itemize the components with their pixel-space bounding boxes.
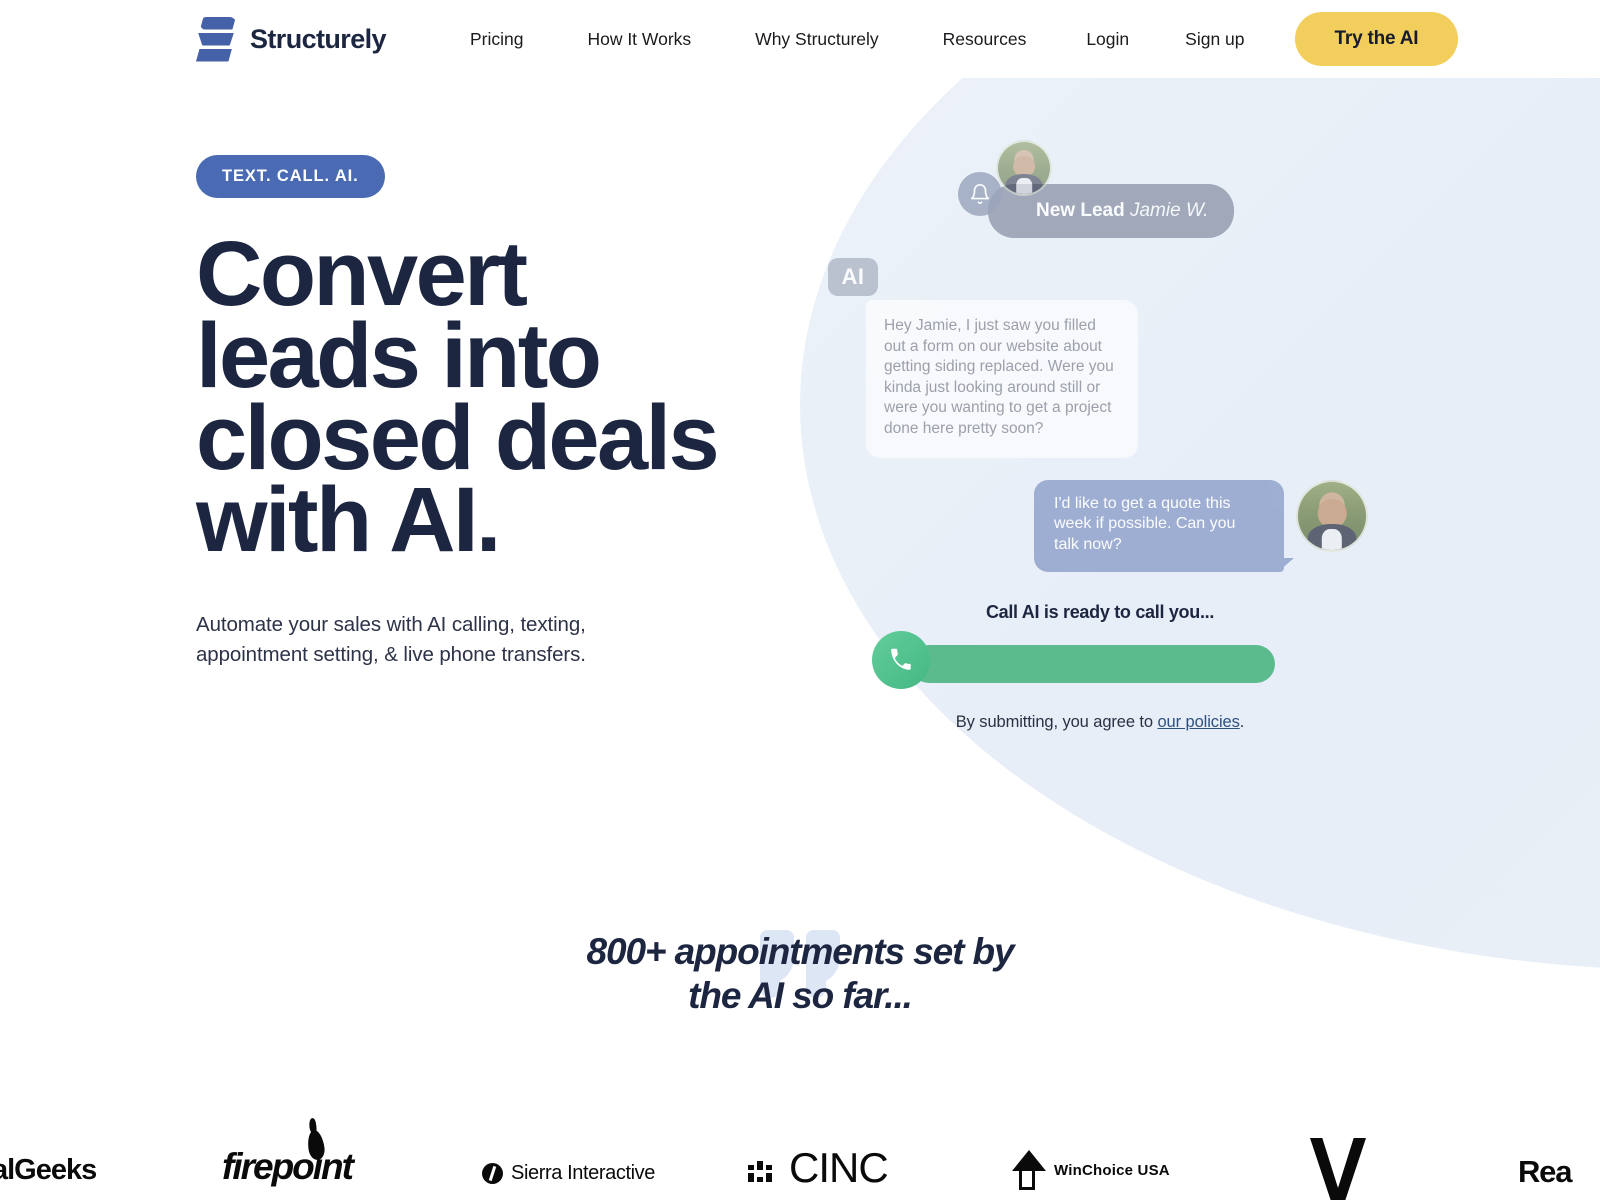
user-message-row: I'd like to get a quote this week if pos… [820,479,1380,573]
nav-links: Pricing How It Works Why Structurely Res… [438,21,1058,58]
page-title: Convert leads into closed deals with AI. [196,223,736,571]
social-proof-text: 800+ appointments set by the AI so far..… [0,930,1600,1017]
hero-title-line-4: with AI. [196,468,501,571]
our-policies-link[interactable]: our policies [1157,713,1239,731]
user-message-bubble: I'd like to get a quote this week if pos… [1034,479,1294,573]
try-the-ai-button[interactable]: Try the AI [1294,12,1459,66]
hero-subtitle: Automate your sales with AI calling, tex… [196,612,586,667]
hero-title-line-2: leads into [196,304,602,407]
v-mark-icon [1310,1138,1366,1200]
partner-logos-strip: alGeeks firepoint Sierra Interactive CIN… [0,1129,1600,1200]
chat-mockup: New Lead Jamie W. AI Hey Jamie, I just s… [820,140,1380,732]
partner-logo-firepoint: firepoint [222,1129,354,1188]
user-avatar [1296,479,1368,552]
ai-badge: AI [828,258,878,296]
partner-logo-winchoice-usa: WinChoice USA [1012,1150,1170,1190]
nav-link-pricing[interactable]: Pricing [438,21,556,58]
policy-prefix: By submitting, you agree to [955,713,1158,732]
new-lead-label: New Lead [1036,200,1125,221]
call-ai-heading: Call AI is ready to call you... [985,602,1215,623]
page-root: Structurely Pricing How It Works Why Str… [0,0,1600,1200]
cinc-dots-icon [748,1160,772,1182]
partner-logo-rea: Rea [1518,1154,1572,1189]
bell-icon [958,172,1002,216]
nav-link-resources[interactable]: Resources [911,21,1059,58]
policy-suffix: . [1239,713,1245,732]
ai-message-bubble: Hey Jamie, I just saw you filled out a f… [866,300,1138,458]
phone-number-input[interactable] [910,645,1275,684]
social-proof-line-2: the AI so far... [688,974,913,1016]
call-ai-form [820,631,1380,691]
signup-link[interactable]: Sign up [1157,21,1272,58]
hero-content: TEXT. CALL. AI. Convert leads into close… [196,155,756,671]
login-link[interactable]: Login [1058,21,1157,58]
partner-logo-v [1310,1138,1366,1200]
partner-logo-cinc-text: CINC [789,1144,889,1191]
partner-logo-sierra-text: Sierra Interactive [511,1162,655,1184]
brand-logo-link[interactable]: Structurely [196,14,387,64]
lead-avatar [996,140,1052,196]
phone-icon[interactable] [872,631,930,690]
nav-link-why-structurely[interactable]: Why Structurely [723,21,911,58]
policy-disclaimer: By submitting, you agree to our policies… [820,713,1380,732]
nav-actions: Login Sign up Try the AI [1058,12,1459,66]
sierra-mark-icon [482,1163,503,1184]
partner-logo-algeeks: alGeeks [0,1154,97,1186]
new-lead-notification: New Lead Jamie W. [820,140,1380,250]
partner-logo-winchoice-text: WinChoice USA [1054,1161,1170,1179]
partner-logo-firepoint-text: firepoint [222,1146,354,1187]
hero-title-line-3: closed deals [196,386,720,489]
new-lead-name: Jamie W. [1129,200,1209,221]
nav-link-how-it-works[interactable]: How It Works [555,21,723,58]
social-proof-line-1: 800+ appointments set by [586,931,1015,972]
partner-logo-sierra-interactive: Sierra Interactive [482,1162,655,1185]
main-navbar: Structurely Pricing How It Works Why Str… [0,0,1600,78]
structurely-s-logo-icon [196,14,236,64]
hero-eyebrow-badge: TEXT. CALL. AI. [196,155,385,198]
hero-title-line-1: Convert [196,223,528,325]
partner-logo-cinc: CINC [748,1144,889,1192]
social-proof-section: 800+ appointments set by the AI so far..… [0,930,1600,1017]
brand-name: Structurely [250,23,387,54]
house-icon [1012,1150,1046,1190]
